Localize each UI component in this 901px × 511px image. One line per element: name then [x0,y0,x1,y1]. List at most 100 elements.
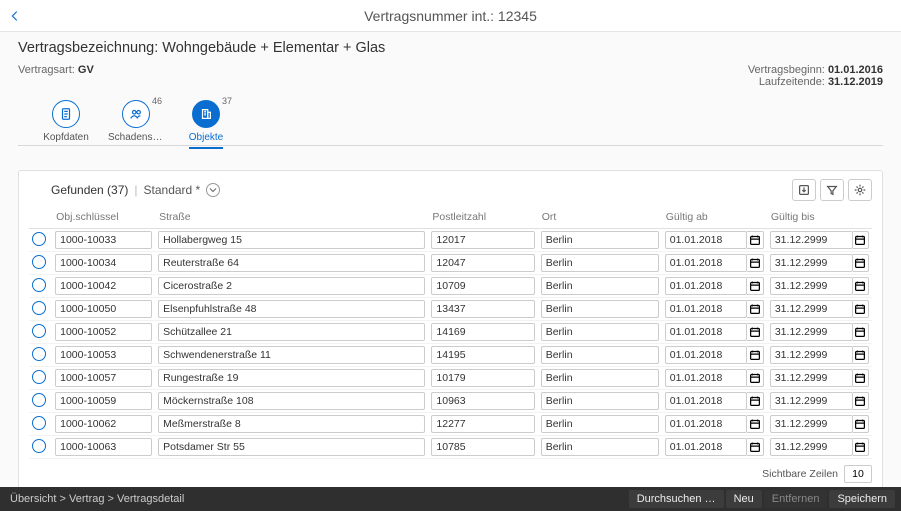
obj-key-field[interactable] [55,392,152,410]
valid-from-field[interactable] [665,346,748,364]
valid-to-field[interactable] [770,300,853,318]
obj-key-field[interactable] [55,231,152,249]
ort-field[interactable] [541,392,659,410]
ort-field[interactable] [541,277,659,295]
row-select[interactable] [32,347,46,361]
street-field[interactable] [158,254,425,272]
col-to[interactable]: Gültig bis [767,207,872,229]
valid-from-field[interactable] [665,369,748,387]
street-field[interactable] [158,392,425,410]
date-picker-button[interactable] [853,254,869,272]
obj-key-field[interactable] [55,438,152,456]
ort-field[interactable] [541,346,659,364]
row-select[interactable] [32,255,46,269]
variant-dropdown[interactable] [206,183,220,197]
date-picker-button[interactable] [853,369,869,387]
export-button[interactable] [792,179,816,201]
street-field[interactable] [158,231,425,249]
col-from[interactable]: Gültig ab [662,207,767,229]
valid-from-field[interactable] [665,254,748,272]
tab-schadenscodes[interactable]: 46 Schadensco… [112,100,160,143]
plz-field[interactable] [431,254,534,272]
valid-from-field[interactable] [665,415,748,433]
date-picker-button[interactable] [747,415,763,433]
valid-to-field[interactable] [770,277,853,295]
plz-field[interactable] [431,369,534,387]
valid-to-field[interactable] [770,392,853,410]
col-ort[interactable]: Ort [538,207,662,229]
obj-key-field[interactable] [55,346,152,364]
street-field[interactable] [158,369,425,387]
obj-key-field[interactable] [55,254,152,272]
valid-to-field[interactable] [770,254,853,272]
date-picker-button[interactable] [747,254,763,272]
street-field[interactable] [158,323,425,341]
plz-field[interactable] [431,438,534,456]
ort-field[interactable] [541,415,659,433]
filter-button[interactable] [820,179,844,201]
col-key[interactable]: Obj.schlüssel [52,207,155,229]
date-picker-button[interactable] [747,323,763,341]
date-picker-button[interactable] [747,392,763,410]
date-picker-button[interactable] [747,231,763,249]
plz-field[interactable] [431,323,534,341]
plz-field[interactable] [431,231,534,249]
row-select[interactable] [32,439,46,453]
street-field[interactable] [158,346,425,364]
ort-field[interactable] [541,231,659,249]
ort-field[interactable] [541,438,659,456]
valid-to-field[interactable] [770,415,853,433]
plz-field[interactable] [431,415,534,433]
date-picker-button[interactable] [853,438,869,456]
valid-from-field[interactable] [665,300,748,318]
street-field[interactable] [158,300,425,318]
date-picker-button[interactable] [853,415,869,433]
date-picker-button[interactable] [747,438,763,456]
ort-field[interactable] [541,323,659,341]
obj-key-field[interactable] [55,415,152,433]
plz-field[interactable] [431,392,534,410]
row-select[interactable] [32,232,46,246]
street-field[interactable] [158,277,425,295]
ort-field[interactable] [541,369,659,387]
plz-field[interactable] [431,300,534,318]
valid-to-field[interactable] [770,323,853,341]
new-button[interactable]: Neu [726,490,762,508]
remove-button[interactable]: Entfernen [764,490,828,508]
valid-from-field[interactable] [665,277,748,295]
valid-from-field[interactable] [665,438,748,456]
row-select[interactable] [32,301,46,315]
obj-key-field[interactable] [55,300,152,318]
plz-field[interactable] [431,346,534,364]
date-picker-button[interactable] [747,369,763,387]
obj-key-field[interactable] [55,369,152,387]
col-street[interactable]: Straße [155,207,428,229]
valid-from-field[interactable] [665,323,748,341]
date-picker-button[interactable] [853,300,869,318]
back-button[interactable] [0,9,30,23]
obj-key-field[interactable] [55,323,152,341]
tab-kopfdaten[interactable]: Kopfdaten [42,100,90,143]
date-picker-button[interactable] [853,231,869,249]
valid-to-field[interactable] [770,346,853,364]
date-picker-button[interactable] [853,392,869,410]
valid-from-field[interactable] [665,392,748,410]
date-picker-button[interactable] [747,300,763,318]
street-field[interactable] [158,438,425,456]
col-plz[interactable]: Postleitzahl [428,207,537,229]
obj-key-field[interactable] [55,277,152,295]
ort-field[interactable] [541,300,659,318]
settings-button[interactable] [848,179,872,201]
tab-objekte[interactable]: 37 Objekte [182,100,230,143]
row-select[interactable] [32,370,46,384]
date-picker-button[interactable] [747,346,763,364]
plz-field[interactable] [431,277,534,295]
row-select[interactable] [32,416,46,430]
date-picker-button[interactable] [747,277,763,295]
date-picker-button[interactable] [853,346,869,364]
valid-to-field[interactable] [770,231,853,249]
ort-field[interactable] [541,254,659,272]
valid-to-field[interactable] [770,438,853,456]
valid-to-field[interactable] [770,369,853,387]
row-select[interactable] [32,393,46,407]
